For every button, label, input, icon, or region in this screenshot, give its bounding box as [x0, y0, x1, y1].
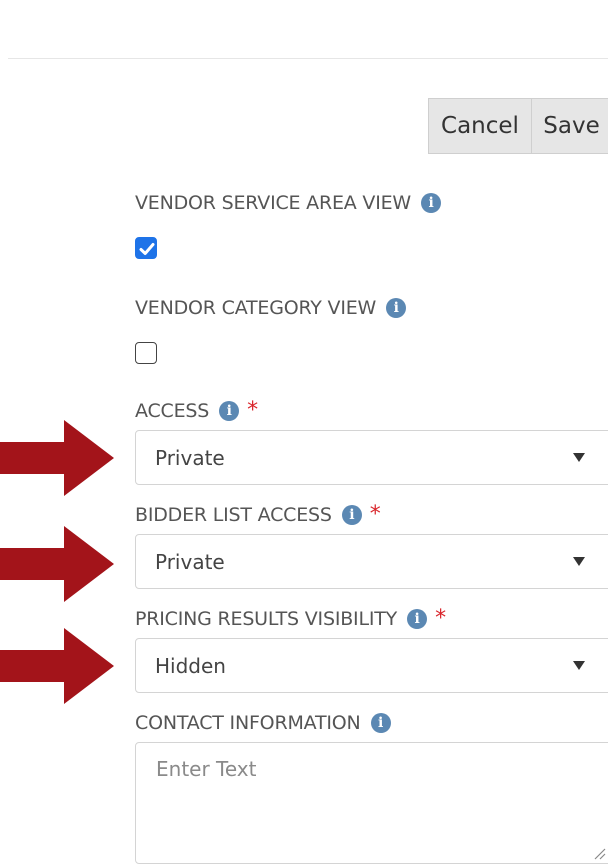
required-indicator: * [435, 606, 446, 631]
info-icon[interactable]: i [370, 713, 391, 733]
info-icon[interactable]: i [341, 505, 362, 525]
red-arrow-icon [0, 420, 114, 496]
vendor-service-area-view-label-text: VENDOR SERVICE AREA VIEW [135, 192, 412, 214]
bidder-list-access-select[interactable]: Private [135, 534, 608, 589]
access-label-text: ACCESS [135, 400, 210, 422]
checkmark-icon [139, 243, 155, 255]
caret-down-icon [573, 557, 585, 566]
bidder-list-access-label-text: BIDDER LIST ACCESS [135, 504, 332, 526]
info-icon[interactable]: i [386, 298, 407, 318]
top-divider [8, 58, 608, 59]
vendor-category-view-label-text: VENDOR CATEGORY VIEW [135, 297, 377, 319]
info-icon[interactable]: i [407, 609, 428, 629]
cancel-button[interactable]: Cancel [428, 98, 532, 154]
caret-down-icon [573, 661, 585, 670]
info-icon[interactable]: i [421, 193, 442, 213]
info-icon[interactable]: i [219, 401, 240, 421]
access-label: ACCESS i * [135, 398, 258, 423]
access-selected-value: Private [155, 445, 225, 470]
red-arrow-icon [0, 526, 114, 602]
vendor-service-area-view-checkbox[interactable] [135, 237, 157, 259]
red-arrow-icon [0, 628, 114, 704]
access-select[interactable]: Private [135, 430, 608, 485]
required-indicator: * [369, 502, 381, 527]
vendor-category-view-label: VENDOR CATEGORY VIEW i [135, 297, 407, 319]
contact-information-label-text: CONTACT INFORMATION [135, 712, 361, 734]
contact-information-textarea[interactable] [135, 742, 608, 864]
pricing-results-visibility-label-text: PRICING RESULTS VISIBILITY [135, 608, 398, 630]
resize-handle-icon[interactable] [592, 846, 606, 860]
bidder-list-access-selected-value: Private [155, 549, 225, 574]
bidder-list-access-label: BIDDER LIST ACCESS i * [135, 502, 381, 527]
pricing-results-visibility-label: PRICING RESULTS VISIBILITY i * [135, 606, 446, 631]
vendor-service-area-view-label: VENDOR SERVICE AREA VIEW i [135, 192, 442, 214]
contact-information-label: CONTACT INFORMATION i [135, 712, 391, 734]
vendor-category-view-checkbox[interactable] [135, 342, 157, 364]
required-indicator: * [247, 398, 258, 423]
form-page: Cancel Save VENDOR SERVICE AREA VIEW i V… [0, 0, 608, 868]
pricing-results-visibility-selected-value: Hidden [155, 653, 226, 678]
caret-down-icon [573, 453, 585, 462]
pricing-results-visibility-select[interactable]: Hidden [135, 638, 608, 693]
save-button[interactable]: Save [532, 98, 608, 154]
